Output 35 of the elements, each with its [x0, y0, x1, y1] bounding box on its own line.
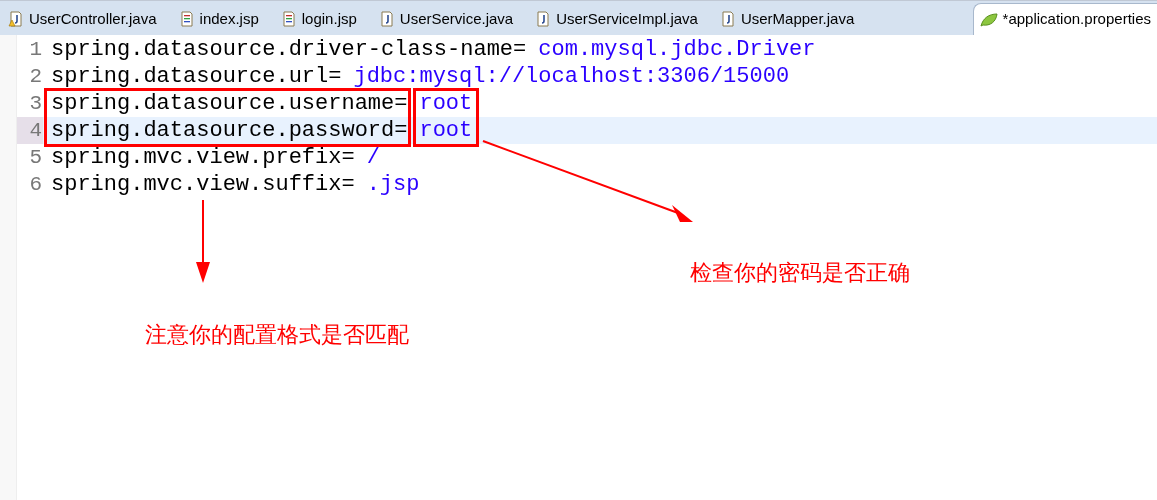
line-number: 5 [28, 144, 43, 171]
property-key: spring.datasource.driver-class-name= [51, 36, 527, 63]
property-value: .jsp [366, 171, 420, 198]
editor-tab[interactable]: *application.properties [972, 3, 1157, 35]
property-key: spring.datasource.url= [51, 63, 342, 90]
leaf-icon [979, 12, 998, 27]
line-number: 6 [28, 171, 43, 198]
java-file-icon [535, 11, 552, 27]
line-number: 3 [28, 90, 43, 117]
jsp-file-icon [280, 11, 297, 27]
editor-tab[interactable]: UserServiceImpl.java [533, 3, 700, 35]
annotation-text: 注意你的配置格式是否匹配 [145, 321, 409, 349]
java-file-icon [719, 11, 736, 27]
line-number: 1 [28, 36, 43, 63]
jsp-file-icon [178, 11, 195, 27]
editor-tab[interactable]: UserMapper.java [717, 3, 857, 35]
editor-tab[interactable]: login.jsp [278, 3, 359, 35]
property-key: spring.mvc.view.prefix= [51, 144, 355, 171]
annotation-text: 检查你的密码是否正确 [690, 259, 910, 287]
highlight-box [413, 88, 479, 147]
line-number: 2 [28, 63, 43, 90]
editor-tab[interactable]: UserController.java [6, 3, 159, 35]
editor-tab[interactable]: UserService.java [376, 3, 516, 35]
property-key: spring.mvc.view.suffix= [51, 171, 355, 198]
java-file-icon [378, 11, 395, 27]
line-number: 4 [17, 117, 43, 144]
property-value: jdbc:mysql://localhost:3306/15000 [353, 63, 790, 90]
property-value: root [419, 117, 473, 144]
property-key: spring.datasource.username= [51, 90, 408, 117]
java-file-warning-icon [8, 11, 24, 27]
property-value: / [366, 144, 380, 171]
property-key: spring.datasource.password= [51, 117, 408, 144]
editor-tab[interactable]: index.jsp [176, 3, 261, 35]
property-value: root [419, 90, 473, 117]
property-value: com.mysql.jdbc.Driver [538, 36, 816, 63]
